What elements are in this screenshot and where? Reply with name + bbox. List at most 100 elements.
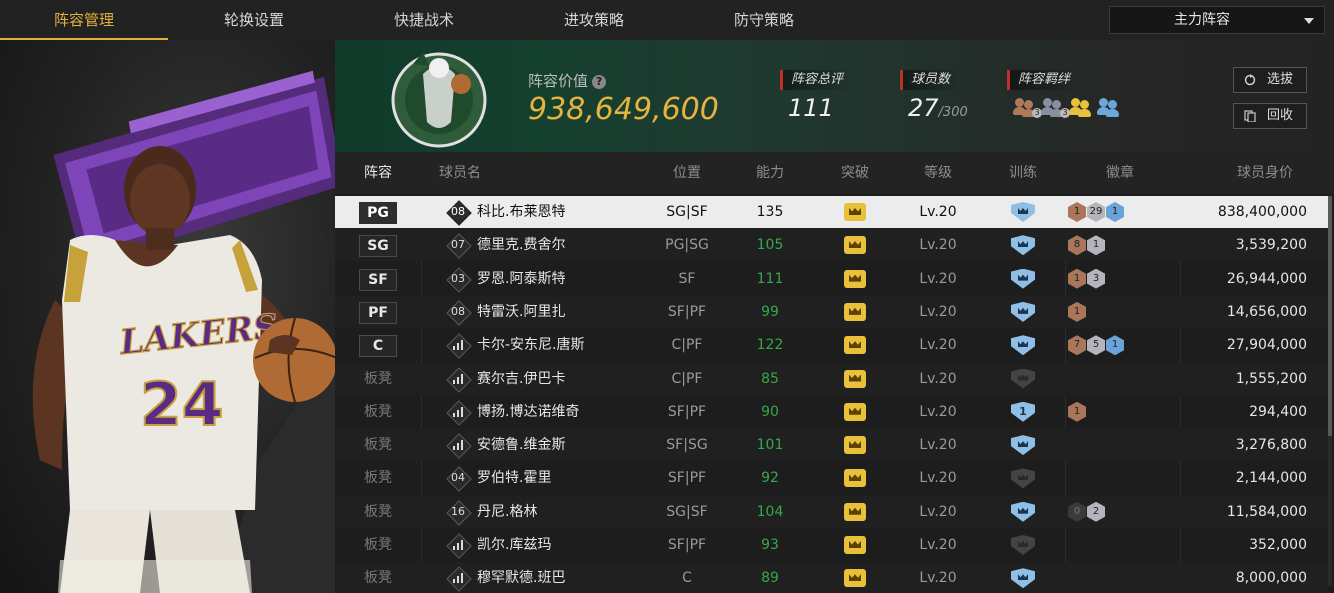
- bench-slot[interactable]: 板凳: [364, 371, 392, 387]
- training-shield-icon[interactable]: 1: [1011, 401, 1035, 422]
- jersey-number-icon: 16: [446, 499, 472, 526]
- signal-bars-icon: [446, 533, 472, 559]
- player-name[interactable]: 罗伯特.霍里: [477, 470, 551, 486]
- bench-slot[interactable]: 板凳: [364, 537, 392, 553]
- training-shield-icon[interactable]: [1011, 568, 1035, 589]
- breakthrough-crown-icon[interactable]: [844, 236, 866, 255]
- player-position: SF|PF: [667, 303, 707, 320]
- training-shield-icon[interactable]: [1011, 435, 1035, 456]
- table-row[interactable]: 板凳 穆罕默德.班巴 C 89 Lv.20 8,000,000: [335, 562, 1328, 593]
- col-badges[interactable]: 徽章: [1070, 152, 1170, 194]
- lineup-bond-stat: 阵容羁绊 33: [1007, 68, 1119, 118]
- training-shield-icon[interactable]: [1011, 535, 1035, 555]
- scrollbar[interactable]: [1328, 196, 1332, 586]
- tab-lineup-management[interactable]: 阵容管理: [0, 0, 168, 40]
- table-row[interactable]: SG 07 德里克.费舍尔 PG|SG 105 Lv.20 81 3,539,20…: [335, 229, 1328, 262]
- breakthrough-crown-icon[interactable]: [844, 203, 866, 221]
- table-row[interactable]: 板凳 赛尔吉.伊巴卡 C|PF 85 Lv.20 1,555,200: [335, 362, 1328, 395]
- player-ability: 104: [756, 503, 784, 520]
- training-shield-icon[interactable]: [1011, 268, 1035, 289]
- col-training[interactable]: 训练: [973, 152, 1073, 194]
- player-name[interactable]: 赛尔吉.伊巴卡: [477, 371, 565, 387]
- bench-slot[interactable]: 板凳: [364, 404, 392, 420]
- training-shield-icon[interactable]: [1011, 202, 1035, 222]
- breakthrough-crown-icon[interactable]: [844, 436, 866, 455]
- breakthrough-crown-icon[interactable]: [844, 502, 866, 521]
- player-level: Lv.20: [919, 204, 957, 220]
- bond-icon[interactable]: [1069, 98, 1093, 117]
- table-row[interactable]: 板凳 04 罗伯特.霍里 SF|PF 92 Lv.20 2,144,000: [335, 462, 1328, 494]
- table-row[interactable]: 板凳 安德鲁.维金斯 SF|SG 101 Lv.20 3,276,800: [335, 429, 1328, 462]
- breakthrough-crown-icon[interactable]: [844, 536, 866, 554]
- player-ability: 135: [756, 204, 784, 220]
- player-name[interactable]: 凯尔.库兹玛: [477, 537, 551, 553]
- lineup-dropdown[interactable]: 主力阵容: [1109, 6, 1325, 34]
- position-slot[interactable]: PG: [359, 202, 397, 224]
- help-icon[interactable]: ?: [592, 75, 607, 89]
- table-row[interactable]: 板凳 16 丹尼.格林 SG|SF 104 Lv.20 02 11,584,000: [335, 495, 1328, 528]
- player-name[interactable]: 博扬.博达诺维奇: [477, 404, 579, 420]
- breakthrough-crown-icon[interactable]: [844, 369, 866, 388]
- training-shield-icon[interactable]: [1011, 301, 1035, 322]
- player-name[interactable]: 科比.布莱恩特: [477, 204, 565, 220]
- scout-button[interactable]: 选拔: [1233, 67, 1307, 93]
- col-player-value[interactable]: 球员身价: [1215, 152, 1315, 194]
- player-position: SF|PF: [667, 403, 707, 420]
- table-row[interactable]: 板凳 凯尔.库兹玛 SF|PF 93 Lv.20 352,000: [335, 529, 1328, 561]
- tab-offense-strategy[interactable]: 进攻策略: [510, 0, 678, 40]
- breakthrough-crown-icon[interactable]: [844, 469, 866, 488]
- training-shield-icon[interactable]: [1011, 368, 1035, 389]
- position-slot[interactable]: C: [359, 335, 397, 358]
- position-slot[interactable]: PF: [359, 301, 397, 324]
- bench-slot[interactable]: 板凳: [364, 437, 392, 453]
- bench-slot[interactable]: 板凳: [364, 570, 392, 586]
- bench-slot[interactable]: 板凳: [364, 504, 392, 520]
- recycle-button[interactable]: 回收: [1233, 103, 1307, 129]
- table-row[interactable]: 板凳 博扬.博达诺维奇 SF|PF 90 Lv.20 1 1 294,400: [335, 396, 1328, 428]
- bond-icon[interactable]: [1097, 98, 1121, 117]
- breakthrough-crown-icon[interactable]: [844, 336, 866, 355]
- player-count-stat: 球员数 27/300: [900, 68, 968, 122]
- player-name[interactable]: 丹尼.格林: [477, 504, 537, 520]
- bond-icon[interactable]: 3: [1013, 98, 1042, 118]
- player-name[interactable]: 特雷沃.阿里扎: [477, 304, 565, 320]
- tab-defense-strategy[interactable]: 防守策略: [680, 0, 848, 40]
- scrollbar-thumb[interactable]: [1328, 196, 1332, 436]
- breakthrough-crown-icon[interactable]: [844, 269, 866, 288]
- player-value: 1,555,200: [1235, 370, 1307, 387]
- badge-icon: 1: [1068, 202, 1086, 222]
- player-name[interactable]: 德里克.费舍尔: [477, 237, 565, 253]
- table-row[interactable]: C 卡尔-安东尼.唐斯 C|PF 122 Lv.20 751 27,904,00…: [335, 329, 1328, 361]
- position-slot[interactable]: SG: [359, 235, 397, 258]
- signal-bars-icon: [446, 433, 472, 459]
- training-shield-icon[interactable]: [1011, 335, 1035, 356]
- table-row[interactable]: PF 08 特雷沃.阿里扎 SF|PF 99 Lv.20 1 14,656,000: [335, 295, 1328, 328]
- player-level: Lv.20: [919, 570, 957, 587]
- jersey-number-icon: 07: [446, 233, 472, 260]
- bond-icon[interactable]: 3: [1041, 98, 1070, 118]
- training-shield-icon[interactable]: [1011, 501, 1035, 522]
- player-name[interactable]: 穆罕默德.班巴: [477, 570, 565, 586]
- player-value: 27,904,000: [1226, 337, 1307, 354]
- table-row[interactable]: PG 08 科比.布莱恩特 SG|SF 135 Lv.20 1 29 1 838,40…: [335, 196, 1328, 228]
- breakthrough-crown-icon[interactable]: [844, 402, 866, 421]
- table-row[interactable]: SF 03 罗恩.阿泰斯特 SF 111 Lv.20 13 26,944,000: [335, 263, 1328, 295]
- training-shield-icon[interactable]: [1011, 468, 1035, 489]
- col-player-name[interactable]: 球员名: [425, 152, 495, 194]
- lineup-value-label: 阵容价值?: [528, 70, 607, 91]
- bench-slot[interactable]: 板凳: [364, 470, 392, 486]
- tab-rotation-settings[interactable]: 轮换设置: [170, 0, 338, 40]
- breakthrough-crown-icon[interactable]: [844, 569, 866, 588]
- tab-quick-tactics[interactable]: 快捷战术: [340, 0, 508, 40]
- training-shield-icon[interactable]: [1011, 235, 1035, 256]
- player-name[interactable]: 罗恩.阿泰斯特: [477, 271, 565, 287]
- position-slot[interactable]: SF: [359, 268, 397, 291]
- player-name[interactable]: 安德鲁.维金斯: [477, 437, 565, 453]
- player-level: Lv.20: [919, 237, 957, 254]
- breakthrough-crown-icon[interactable]: [844, 302, 866, 321]
- jersey-number-icon: 03: [446, 266, 472, 293]
- col-lineup[interactable]: 阵容: [335, 152, 421, 194]
- lineup-rating-value: 111: [788, 94, 834, 122]
- player-name[interactable]: 卡尔-安东尼.唐斯: [477, 337, 585, 353]
- player-value: 26,944,000: [1226, 270, 1307, 287]
